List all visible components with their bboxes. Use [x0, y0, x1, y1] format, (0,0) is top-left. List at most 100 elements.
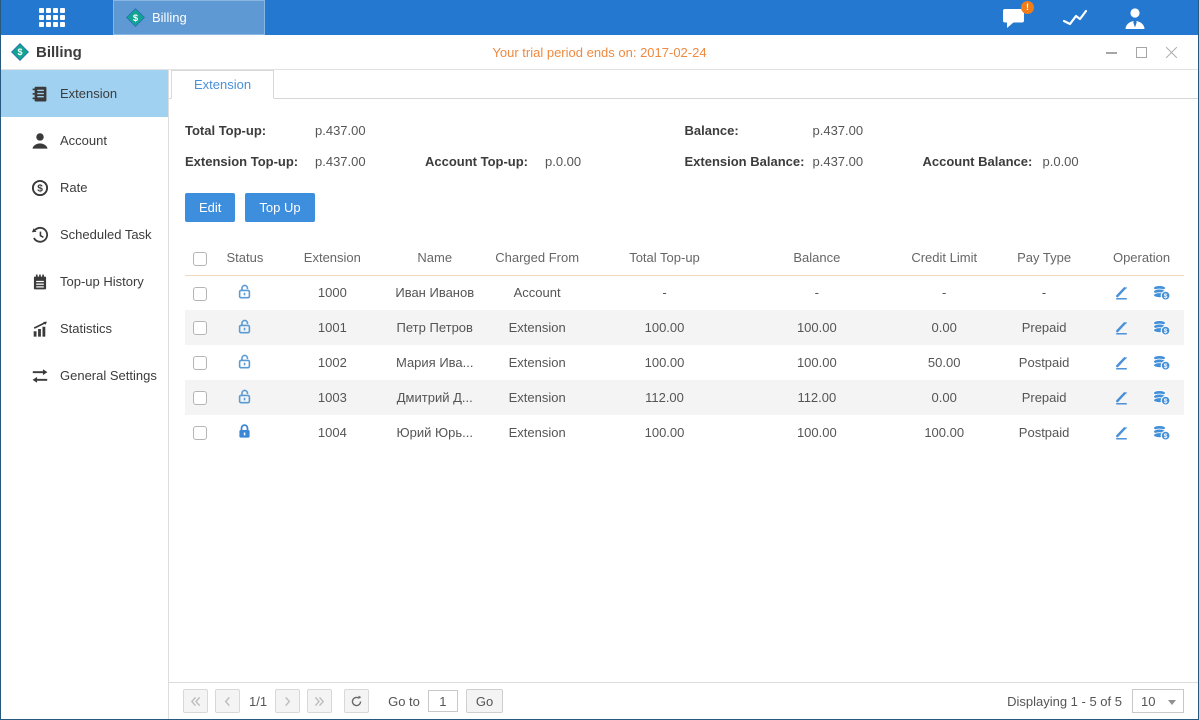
page-indicator: 1/1 — [249, 694, 267, 709]
row-checkbox[interactable] — [193, 391, 207, 405]
next-page-button[interactable] — [275, 689, 300, 713]
table-row[interactable]: 1001 Петр Петров Extension 100.00 100.00… — [185, 310, 1184, 345]
refresh-icon — [350, 695, 363, 708]
top-up-button[interactable]: Top Up — [245, 193, 314, 222]
svg-text:$: $ — [37, 183, 43, 194]
row-checkbox[interactable] — [193, 426, 207, 440]
balance-value: p.437.00 — [813, 123, 864, 138]
sidebar-item-rate[interactable]: $ Rate — [1, 164, 168, 211]
table-row[interactable]: 1002 Мария Ива... Extension 100.00 100.0… — [185, 345, 1184, 380]
col-header-balance: Balance — [734, 241, 899, 275]
sidebar-item-statistics[interactable]: Statistics — [1, 305, 168, 352]
col-header-total-topup: Total Top-up — [595, 241, 735, 275]
sidebar-item-account[interactable]: Account — [1, 117, 168, 164]
cell-status — [215, 345, 275, 380]
select-all-checkbox[interactable] — [193, 252, 207, 266]
user-icon — [1122, 6, 1148, 30]
top-up-coins-icon[interactable]: $ — [1152, 284, 1171, 301]
cell-extension: 1001 — [275, 310, 390, 345]
last-page-button[interactable] — [307, 689, 332, 713]
sidebar-item-label: General Settings — [60, 368, 157, 383]
col-header-extension: Extension — [275, 241, 390, 275]
lock-open-icon[interactable] — [236, 283, 253, 300]
col-header-charged-from: Charged From — [480, 241, 595, 275]
app-grid-menu-icon[interactable] — [39, 8, 69, 27]
cell-balance: 100.00 — [734, 310, 899, 345]
sidebar-item-label: Top-up History — [60, 274, 144, 289]
page-size-select[interactable]: 10 — [1132, 689, 1184, 713]
top-app-bar: $ Billing ! — [1, 0, 1198, 35]
minimize-icon[interactable] — [1105, 46, 1118, 59]
edit-pencil-icon[interactable] — [1113, 354, 1130, 371]
lock-open-icon[interactable] — [236, 388, 253, 405]
col-header-status: Status — [215, 241, 275, 275]
messages-button[interactable]: ! — [1000, 5, 1030, 31]
table-row[interactable]: 1004 Юрий Юрь... Extension 100.00 100.00… — [185, 415, 1184, 450]
sidebar-item-topup-history[interactable]: Top-up History — [1, 258, 168, 305]
table-row[interactable]: 1003 Дмитрий Д... Extension 112.00 112.0… — [185, 380, 1184, 415]
row-checkbox[interactable] — [193, 287, 207, 301]
svg-text:$: $ — [1163, 363, 1167, 370]
reports-button[interactable] — [1060, 5, 1090, 31]
lock-open-icon[interactable] — [236, 353, 253, 370]
cell-balance: 100.00 — [734, 345, 899, 380]
tab-extension[interactable]: Extension — [171, 70, 274, 99]
sidebar-item-extension[interactable]: Extension — [1, 70, 168, 117]
user-account-button[interactable] — [1120, 5, 1150, 31]
transfer-arrows-icon — [31, 367, 49, 385]
account-topup-value: p.0.00 — [545, 154, 581, 169]
total-topup-value: p.437.00 — [315, 123, 366, 138]
cell-name: Юрий Юрь... — [390, 415, 480, 450]
row-checkbox[interactable] — [193, 321, 207, 335]
sidebar-item-label: Scheduled Task — [60, 227, 152, 242]
lock-open-icon[interactable] — [236, 318, 253, 335]
cell-extension: 1002 — [275, 345, 390, 380]
table-header-row: Status Extension Name Charged From Total… — [185, 241, 1184, 275]
table-row[interactable]: 1000 Иван Иванов Account - - - - — [185, 275, 1184, 310]
line-chart-icon — [1062, 8, 1088, 28]
top-up-coins-icon[interactable]: $ — [1152, 354, 1171, 371]
extension-topup-label: Extension Top-up: — [185, 154, 315, 169]
cell-charged-from: Extension — [480, 310, 595, 345]
cell-credit-limit: 0.00 — [899, 310, 989, 345]
row-checkbox[interactable] — [193, 356, 207, 370]
svg-text:$: $ — [1163, 433, 1167, 440]
cell-extension: 1000 — [275, 275, 390, 310]
paging-toolbar: 1/1 Go to Go Displaying 1 - 5 of — [169, 682, 1198, 719]
extension-topup-value: p.437.00 — [315, 154, 425, 169]
go-button[interactable]: Go — [466, 689, 503, 713]
close-icon[interactable] — [1165, 46, 1178, 59]
edit-button[interactable]: Edit — [185, 193, 235, 222]
app-tab-billing[interactable]: $ Billing — [113, 0, 265, 35]
edit-pencil-icon[interactable] — [1113, 319, 1130, 336]
svg-text:$: $ — [17, 47, 22, 57]
cell-status — [215, 275, 275, 310]
svg-text:$: $ — [1163, 293, 1167, 300]
cell-credit-limit: 50.00 — [899, 345, 989, 380]
edit-pencil-icon[interactable] — [1113, 284, 1130, 301]
top-up-coins-icon[interactable]: $ — [1152, 319, 1171, 336]
sidebar-item-scheduled-task[interactable]: Scheduled Task — [1, 211, 168, 258]
lock-closed-icon[interactable] — [236, 423, 253, 440]
main-panel: Extension Total Top-up: p.437.00 Extensi… — [169, 70, 1198, 719]
goto-label: Go to — [388, 694, 420, 709]
cell-name: Мария Ива... — [390, 345, 480, 380]
edit-pencil-icon[interactable] — [1113, 424, 1130, 441]
window-title-bar: $ Billing Your trial period ends on: 201… — [1, 35, 1198, 70]
edit-pencil-icon[interactable] — [1113, 389, 1130, 406]
goto-page-input[interactable] — [428, 690, 458, 712]
first-page-button[interactable] — [183, 689, 208, 713]
col-header-operation: Operation — [1099, 241, 1184, 275]
extension-balance-label: Extension Balance: — [685, 154, 813, 169]
sidebar-item-general-settings[interactable]: General Settings — [1, 352, 168, 399]
chevron-left-icon — [222, 696, 233, 707]
refresh-button[interactable] — [344, 689, 369, 713]
maximize-icon[interactable] — [1135, 46, 1148, 59]
chevron-down-icon — [1168, 700, 1176, 705]
top-up-coins-icon[interactable]: $ — [1152, 424, 1171, 441]
page-size-value: 10 — [1141, 694, 1155, 709]
cell-name: Иван Иванов — [390, 275, 480, 310]
top-up-coins-icon[interactable]: $ — [1152, 389, 1171, 406]
trial-period-notice: Your trial period ends on: 2017-02-24 — [1, 45, 1198, 60]
prev-page-button[interactable] — [215, 689, 240, 713]
